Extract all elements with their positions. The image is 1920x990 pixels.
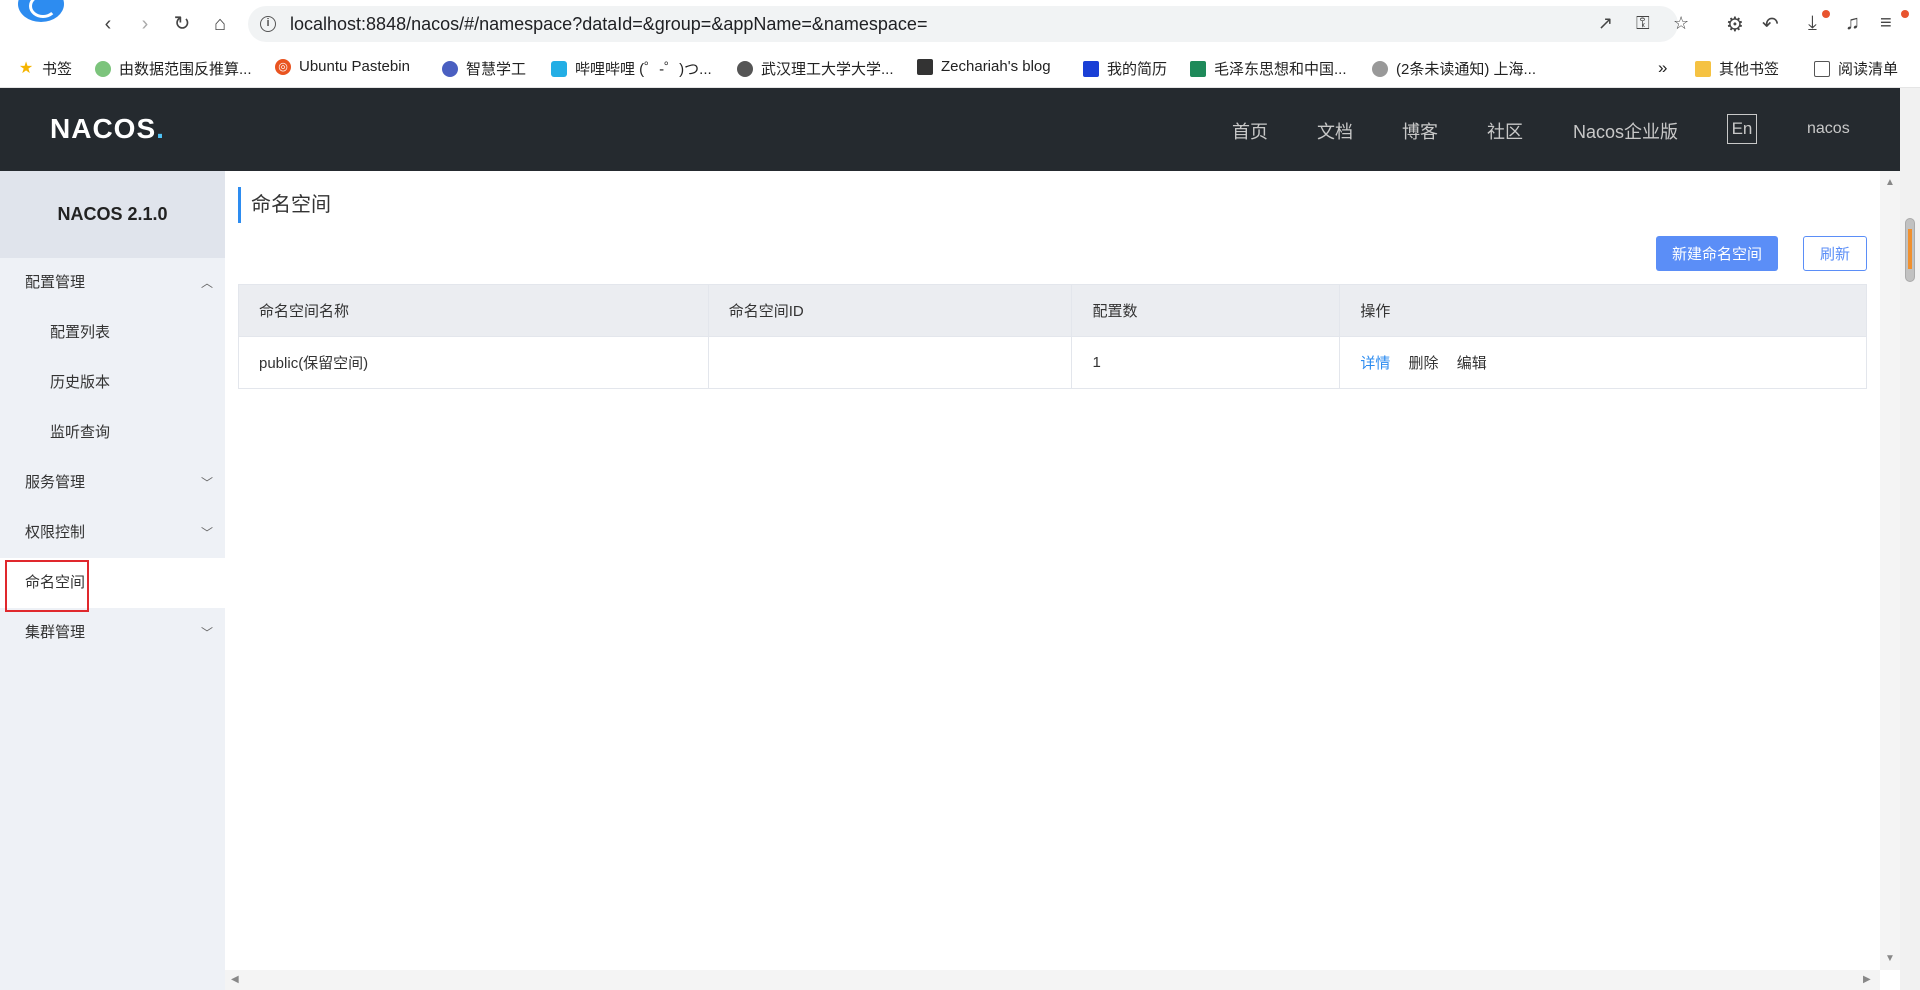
folder-icon [1695, 60, 1711, 77]
sidebar-item-cluster-management[interactable]: 集群管理 ﹀ [0, 608, 225, 658]
content-vertical-scrollbar[interactable]: ▲ ▼ [1880, 171, 1900, 970]
column-header: 操作 [1339, 284, 1867, 337]
bookmark-item[interactable]: 毛泽东思想和中国... [1190, 58, 1347, 79]
refresh-button[interactable]: 刷新 [1803, 236, 1867, 271]
chevron-up-icon: ︿ [200, 276, 213, 290]
site-icon [95, 60, 111, 77]
sidebar-item-namespace[interactable]: 命名空间 [0, 558, 225, 612]
scroll-left-icon[interactable]: ◀ [231, 974, 239, 985]
bookmark-item[interactable]: 由数据范围反推算... [95, 58, 252, 79]
menu-notification-dot [1901, 10, 1909, 18]
scroll-right-icon[interactable]: ▶ [1863, 974, 1871, 985]
reading-list-icon [1814, 60, 1830, 77]
extensions-icon[interactable]: ⚙ [1726, 12, 1744, 37]
column-header: 命名空间名称 [238, 284, 709, 337]
sidebar-item-history[interactable]: 历史版本 [0, 358, 225, 408]
site-icon [1083, 60, 1099, 77]
namespace-table: 命名空间名称 命名空间ID 配置数 操作 public(保留空间) 1 详情 删… [238, 284, 1867, 389]
scroll-down-icon[interactable]: ▼ [1885, 953, 1895, 964]
chevron-down-icon: ﹀ [200, 626, 213, 640]
scrollbar-thumb[interactable] [1905, 218, 1915, 282]
page-title: 命名空间 [238, 187, 331, 223]
table-row: public(保留空间) 1 详情 删除 编辑 [238, 336, 1867, 389]
delete-link[interactable]: 删除 [1409, 355, 1439, 372]
site-icon [442, 60, 458, 77]
namespace-name-cell: public(保留空间) [238, 336, 709, 389]
operations-cell: 详情 删除 编辑 [1339, 336, 1867, 389]
nav-blog[interactable]: 博客 [1402, 118, 1438, 144]
sidebar: NACOS 2.1.0 配置管理 ︿ 配置列表 历史版本 监听查询 服务管理 ﹀… [0, 171, 225, 990]
scroll-up-icon[interactable]: ▲ [1885, 177, 1895, 188]
chevron-down-icon: ﹀ [200, 476, 213, 490]
column-header: 配置数 [1071, 284, 1341, 337]
browser-toolbar: ‹ › ↻ ⌂ i localhost:8848/nacos/#/namespa… [0, 0, 1920, 48]
home-icon[interactable]: ⌂ [206, 10, 234, 38]
site-icon [917, 58, 933, 75]
playlist-icon[interactable]: ♫ [1845, 12, 1860, 35]
edit-link[interactable]: 编辑 [1457, 355, 1487, 372]
chevron-down-icon: ﹀ [200, 526, 213, 540]
undo-icon[interactable]: ↶ [1762, 12, 1779, 37]
bookmark-item[interactable]: 我的简历 [1083, 58, 1167, 79]
bookmark-item[interactable]: 武汉理工大学大学... [737, 58, 894, 79]
new-namespace-button[interactable]: 新建命名空间 [1656, 236, 1778, 271]
language-toggle-button[interactable]: En [1727, 114, 1757, 144]
bookmark-item[interactable]: ★ 书签 [18, 58, 72, 79]
nacos-logo[interactable]: NACOS. [50, 113, 165, 145]
app-header: NACOS. 首页 文档 博客 社区 Nacos企业版 En nacos [0, 88, 1900, 171]
back-icon[interactable]: ‹ [94, 10, 122, 38]
bookmarks-bar: ★ 书签 由数据范围反推算... ◎ Ubuntu Pastebin 智慧学工 … [0, 48, 1920, 88]
reading-list[interactable]: 阅读清单 [1814, 58, 1898, 79]
bookmark-item[interactable]: 哔哩哔哩 (゜-゜)つ... [551, 58, 712, 79]
browser-logo-icon [18, 0, 64, 22]
other-bookmarks[interactable]: 其他书签 [1695, 58, 1779, 79]
sidebar-item-service-management[interactable]: 服务管理 ﹀ [0, 458, 225, 508]
nav-home[interactable]: 首页 [1232, 118, 1268, 144]
column-header: 命名空间ID [707, 284, 1073, 337]
menu-icon[interactable]: ≡ [1880, 12, 1892, 35]
share-icon[interactable]: ↗ [1598, 13, 1613, 34]
sidebar-item-config-management[interactable]: 配置管理 ︿ [0, 258, 225, 308]
url-text[interactable]: localhost:8848/nacos/#/namespace?dataId=… [290, 14, 927, 35]
nav-enterprise[interactable]: Nacos企业版 [1573, 118, 1678, 144]
main-content: 命名空间 新建命名空间 刷新 命名空间名称 命名空间ID 配置数 操作 publ… [225, 171, 1880, 970]
bilibili-icon [551, 60, 567, 77]
star-icon: ★ [18, 59, 34, 77]
reload-icon[interactable]: ↻ [168, 10, 196, 38]
bookmark-star-icon[interactable]: ☆ [1673, 13, 1689, 34]
key-icon[interactable]: ⚿ [1636, 13, 1650, 34]
site-icon [737, 60, 753, 77]
user-menu[interactable]: nacos [1807, 120, 1850, 138]
nav-community[interactable]: 社区 [1487, 118, 1523, 144]
details-link[interactable]: 详情 [1360, 355, 1390, 372]
config-count-cell: 1 [1071, 336, 1341, 389]
version-title: NACOS 2.1.0 [0, 171, 225, 258]
bookmark-item[interactable]: Zechariah's blog [917, 58, 1051, 75]
page-vertical-scrollbar[interactable] [1900, 88, 1920, 990]
bookmark-item[interactable]: 智慧学工 [442, 58, 526, 79]
more-bookmarks-button[interactable]: » [1658, 58, 1667, 78]
horizontal-scrollbar[interactable]: ◀ ▶ [225, 970, 1880, 990]
nav-docs[interactable]: 文档 [1317, 118, 1353, 144]
download-icon[interactable]: ⤓ [1808, 12, 1817, 35]
site-icon [1372, 60, 1388, 77]
sidebar-item-auth-control[interactable]: 权限控制 ﹀ [0, 508, 225, 558]
sidebar-item-listen-query[interactable]: 监听查询 [0, 408, 225, 458]
bookmark-item[interactable]: ◎ Ubuntu Pastebin [275, 58, 410, 75]
info-icon[interactable]: i [260, 16, 276, 32]
sidebar-item-config-list[interactable]: 配置列表 [0, 308, 225, 358]
bookmark-item[interactable]: (2条未读通知) 上海... [1372, 58, 1536, 79]
notification-dot [1822, 10, 1830, 18]
forward-icon[interactable]: › [131, 10, 159, 38]
site-icon [1190, 60, 1206, 77]
ubuntu-icon: ◎ [275, 58, 291, 75]
address-bar[interactable]: i localhost:8848/nacos/#/namespace?dataI… [248, 6, 1689, 42]
table-header-row: 命名空间名称 命名空间ID 配置数 操作 [238, 284, 1867, 337]
namespace-id-cell [707, 336, 1073, 389]
